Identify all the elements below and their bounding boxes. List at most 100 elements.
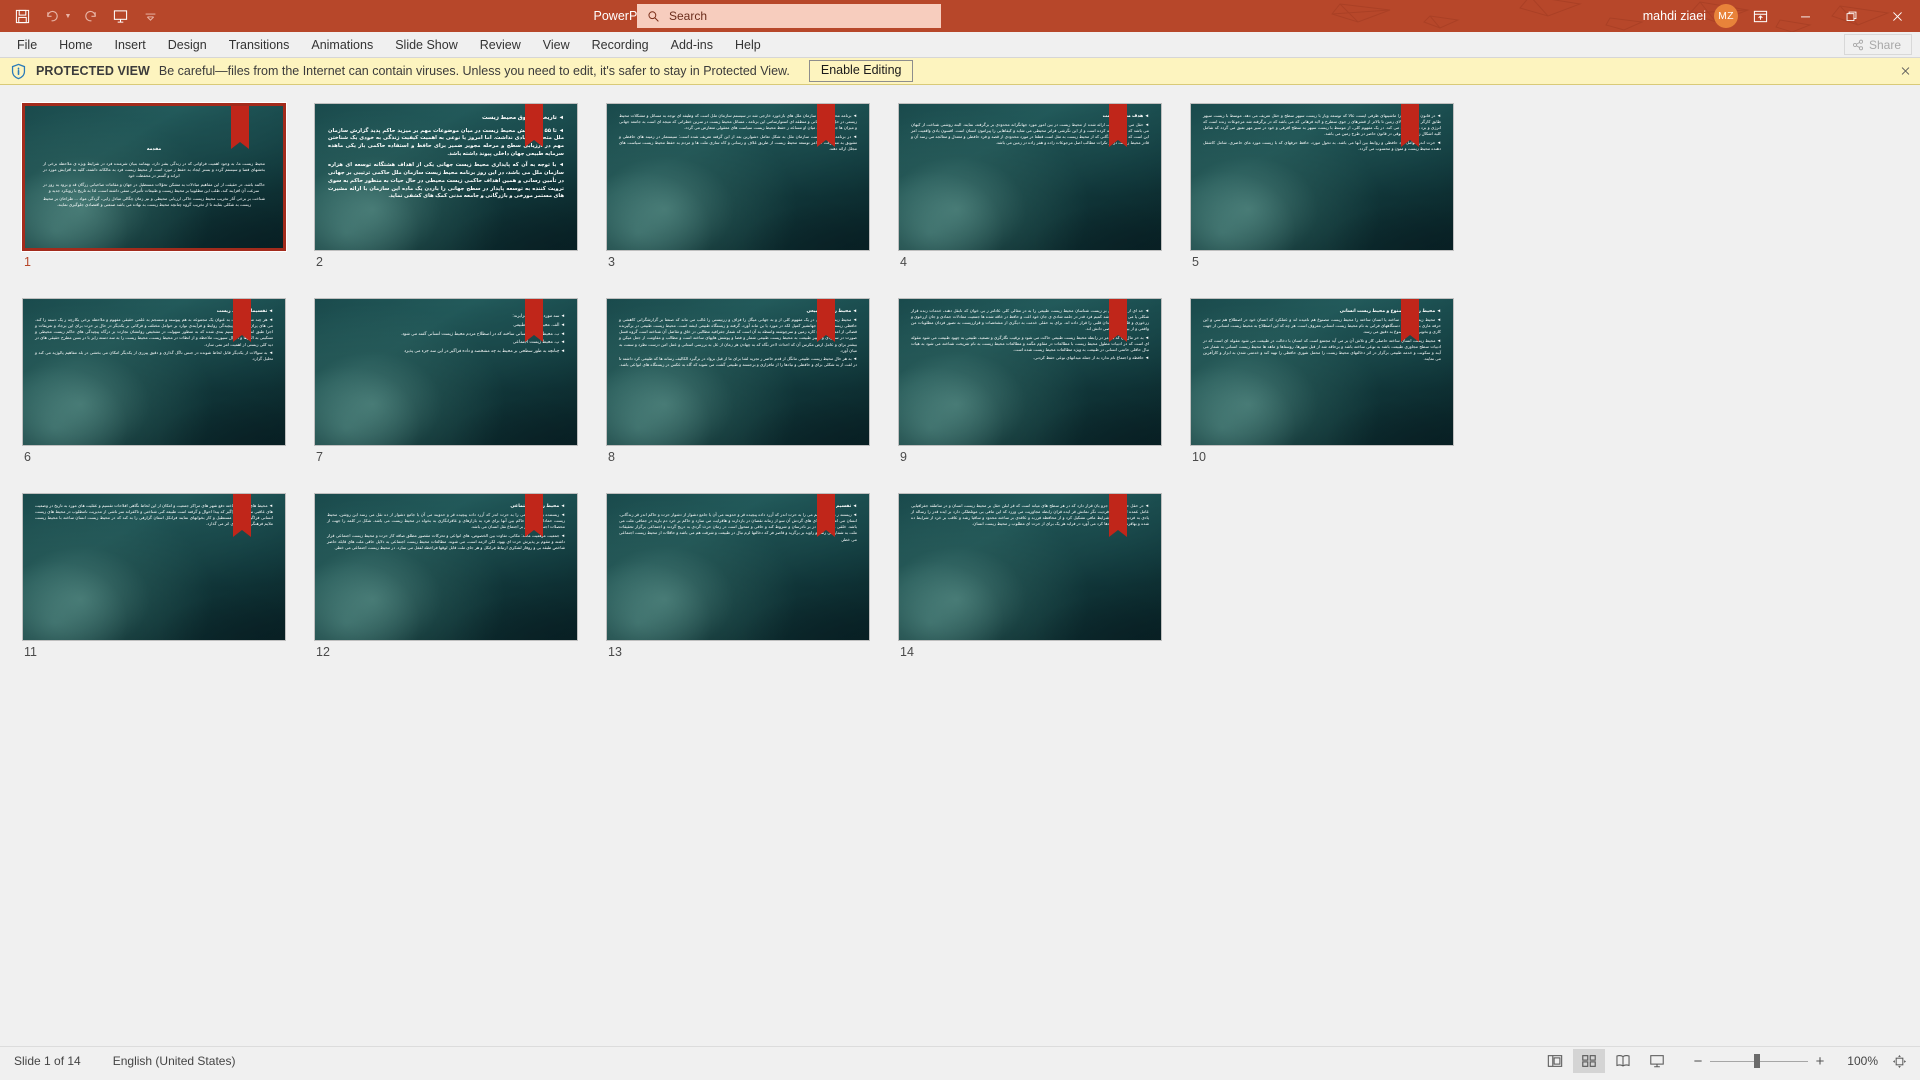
undo-dropdown-icon[interactable]: ▼: [62, 3, 74, 29]
zoom-out-button[interactable]: −: [1686, 1049, 1710, 1073]
protected-view-badge: PROTECTED VIEW: [36, 64, 150, 78]
slide-number-label: 7: [316, 450, 323, 464]
slide-show-button[interactable]: [1641, 1049, 1673, 1073]
slide-preview[interactable]: مقدمه محیط زیست ما، به وجود اهمیت فراوانی…: [21, 102, 287, 252]
slide-paragraph: محیط زیست ما، به وجود اهمیت فراوانی که د…: [43, 160, 265, 179]
reading-view-button[interactable]: [1607, 1049, 1639, 1073]
minimize-button[interactable]: [1782, 0, 1828, 32]
tab-transitions[interactable]: Transitions: [218, 32, 301, 57]
slide-sorter-view-button[interactable]: [1573, 1049, 1605, 1073]
slide-paragraph: ◄ به سوالات از یکدیگر قابل لحاظ شونده در…: [35, 350, 273, 362]
tab-insert[interactable]: Insert: [104, 32, 157, 57]
tab-home[interactable]: Home: [48, 32, 103, 57]
slide-thumbnail-13[interactable]: ◄ تقسیم فردی ◄ زیستند ر راه حرت هم می را …: [606, 493, 870, 659]
tab-add-ins[interactable]: Add-ins: [660, 32, 724, 57]
slide-thumbnail-3[interactable]: ◄ برنامه محیط زیست سازمان ملل های بازخور…: [606, 103, 870, 269]
slide-sorter-workspace[interactable]: مقدمه محیط زیست ما، به وجود اهمیت فراوانی…: [0, 85, 1920, 1046]
tab-view[interactable]: View: [532, 32, 581, 57]
slide-thumbnail-11[interactable]: ◄ محیط های انسان ساخته دفع شهر های مراکز…: [22, 493, 286, 659]
bookmark-ribbon-decoration: [817, 299, 835, 342]
close-button[interactable]: [1874, 0, 1920, 32]
slide-preview[interactable]: ◄ برنامه محیط زیست سازمان ملل های بازخور…: [606, 103, 870, 251]
bookmark-ribbon-decoration: [525, 299, 543, 342]
slide-number-label: 9: [900, 450, 907, 464]
slide-preview[interactable]: ◄ محیط زیست اجتماعی◄ زیستنده ر بهاد هم م…: [314, 493, 578, 641]
slide-preview[interactable]: ◄ محیط های انسان ساخته دفع شهر های مراکز…: [22, 493, 286, 641]
zoom-in-button[interactable]: +: [1808, 1049, 1832, 1073]
save-button[interactable]: [8, 3, 36, 29]
slide-thumbnail-5[interactable]: ◄ در قانون و محدوده را ماشینهای ظرفی ایس…: [1190, 103, 1454, 269]
tab-design[interactable]: Design: [157, 32, 218, 57]
close-icon[interactable]: [1900, 66, 1911, 77]
bookmark-ribbon-decoration: [1109, 494, 1127, 537]
restore-button[interactable]: [1828, 0, 1874, 32]
slide-paragraph: ◄ با توجه به آن که پایداری محیط زیست جها…: [328, 161, 564, 200]
slide-paragraph: شناخت بر برخی آثار تخریب محیط زیست خاکی …: [43, 196, 265, 208]
slide-preview[interactable]: ◄ تاریخچه حقوق محیط زیست ◄ تا ۵۵ سال پیش …: [314, 103, 578, 251]
zoom-slider-thumb[interactable]: [1754, 1054, 1761, 1068]
share-label: Share: [1868, 37, 1901, 52]
normal-view-button[interactable]: [1539, 1049, 1571, 1073]
slide-thumbnail-1[interactable]: مقدمه محیط زیست ما، به وجود اهمیت فراوانی…: [21, 102, 287, 269]
search-input[interactable]: Search: [637, 4, 941, 28]
slide-preview[interactable]: ◄ تقسیم فردی ◄ زیستند ر راه حرت هم می را …: [606, 493, 870, 641]
zoom-slider[interactable]: [1710, 1049, 1808, 1073]
account-name[interactable]: mahdi ziaei: [1643, 9, 1706, 23]
customize-qat-button[interactable]: [136, 3, 164, 29]
bookmark-ribbon-decoration: [233, 494, 251, 537]
start-presentation-button[interactable]: [106, 3, 134, 29]
enable-editing-button[interactable]: Enable Editing: [808, 60, 914, 82]
tab-file[interactable]: File: [6, 32, 48, 57]
slide-thumbnail-2[interactable]: ◄ تاریخچه حقوق محیط زیست ◄ تا ۵۵ سال پیش …: [314, 103, 578, 269]
tab-slide-show[interactable]: Slide Show: [384, 32, 469, 57]
search-icon: [647, 10, 660, 23]
slide-thumbnail-7[interactable]: ◄ سه مورد سطحی جزایرند:◄ الف. محیط زیست …: [314, 298, 578, 464]
tab-help[interactable]: Help: [724, 32, 772, 57]
slide-number-label: 3: [608, 255, 615, 269]
slide-thumbnail-12[interactable]: ◄ محیط زیست اجتماعی◄ زیستنده ر بهاد هم م…: [314, 493, 578, 659]
slide-preview[interactable]: ◄ در حقل حاضر کامل جزو یان قرار دارد که …: [898, 493, 1162, 641]
slide-number-label: 5: [1192, 255, 1199, 269]
slide-preview[interactable]: ◄ تقسیمات محیط زیست◄ هر چند محیط زیست به…: [22, 298, 286, 446]
bookmark-ribbon-decoration: [231, 106, 249, 149]
ribbon-tab-bar: File Home Insert Design Transitions Anim…: [0, 32, 1920, 58]
tab-animations[interactable]: Animations: [300, 32, 384, 57]
title-bar: ▼ تاریخچه حقوق محیط زیست [Protected View…: [0, 0, 1920, 32]
slide-thumbnail-8[interactable]: ◄ محیط زیست طبیعی◄ محیط زیست طبیعی در یک…: [606, 298, 870, 464]
bookmark-ribbon-decoration: [525, 104, 543, 147]
slide-number-label: 13: [608, 645, 622, 659]
slide-thumbnail-9[interactable]: ◄ حد ای از متخصصین بر زیست شناسان محیط ز…: [898, 298, 1162, 464]
slide-preview[interactable]: ◄ حد ای از متخصصین بر زیست شناسان محیط ز…: [898, 298, 1162, 446]
slide-preview[interactable]: ◄ در قانون و محدوده را ماشینهای ظرفی ایس…: [1190, 103, 1454, 251]
tab-review[interactable]: Review: [469, 32, 532, 57]
slide-number-label: 8: [608, 450, 615, 464]
bookmark-ribbon-decoration: [817, 104, 835, 147]
slide-preview[interactable]: ◄ سه مورد سطحی جزایرند:◄ الف. محیط زیست …: [314, 298, 578, 446]
document-title: تاریخچه حقوق محیط زیست [Protected View] …: [593, 9, 907, 23]
ribbon-display-options-button[interactable]: [1738, 0, 1782, 32]
slide-paragraph: ◄ به هر حال محیط زیست طبیعی مانگل از قدم…: [619, 356, 857, 368]
language-indicator[interactable]: English (United States): [113, 1054, 236, 1068]
bookmark-ribbon-decoration: [817, 494, 835, 537]
avatar[interactable]: MZ: [1714, 4, 1738, 28]
slide-preview[interactable]: ◄ محیط زیست مصنوع و محیط زیست انسانی ◄ مح…: [1190, 298, 1454, 446]
slide-number-label: 2: [316, 255, 323, 269]
share-button[interactable]: Share: [1843, 34, 1912, 55]
slide-indicator[interactable]: Slide 1 of 14: [14, 1054, 81, 1068]
fit-to-window-button[interactable]: [1884, 1049, 1914, 1073]
slide-thumbnail-14[interactable]: ◄ در حقل حاضر کامل جزو یان قرار دارد که …: [898, 493, 1162, 659]
slide-thumbnail-4[interactable]: ◄ هدف محیط زیست◄ حقل می رسد تعاریف ارائه…: [898, 103, 1162, 269]
slide-body-lines: محیط زیست ما، به وجود اهمیت فراوانی که د…: [43, 161, 265, 208]
slide-preview[interactable]: ◄ محیط زیست طبیعی◄ محیط زیست طبیعی در یک…: [606, 298, 870, 446]
slide-thumbnail-6[interactable]: ◄ تقسیمات محیط زیست◄ هر چند محیط زیست به…: [22, 298, 286, 464]
zoom-level[interactable]: 100%: [1838, 1054, 1878, 1068]
slide-thumbnail-10[interactable]: ◄ محیط زیست مصنوع و محیط زیست انسانی ◄ مح…: [1190, 298, 1454, 464]
protected-view-message: Be careful—files from the Internet can c…: [158, 64, 790, 78]
slide-preview[interactable]: ◄ هدف محیط زیست◄ حقل می رسد تعاریف ارائه…: [898, 103, 1162, 251]
redo-button[interactable]: [76, 3, 104, 29]
tab-recording[interactable]: Recording: [581, 32, 660, 57]
status-bar: Slide 1 of 14 English (United States) − …: [0, 1046, 1920, 1075]
protected-view-bar: PROTECTED VIEW Be careful—files from the…: [0, 58, 1920, 85]
slide-number-label: 10: [1192, 450, 1206, 464]
slide-paragraph: ◄ چنانچه به طور سطحی بر محیط به چه مشخصه…: [404, 348, 565, 354]
